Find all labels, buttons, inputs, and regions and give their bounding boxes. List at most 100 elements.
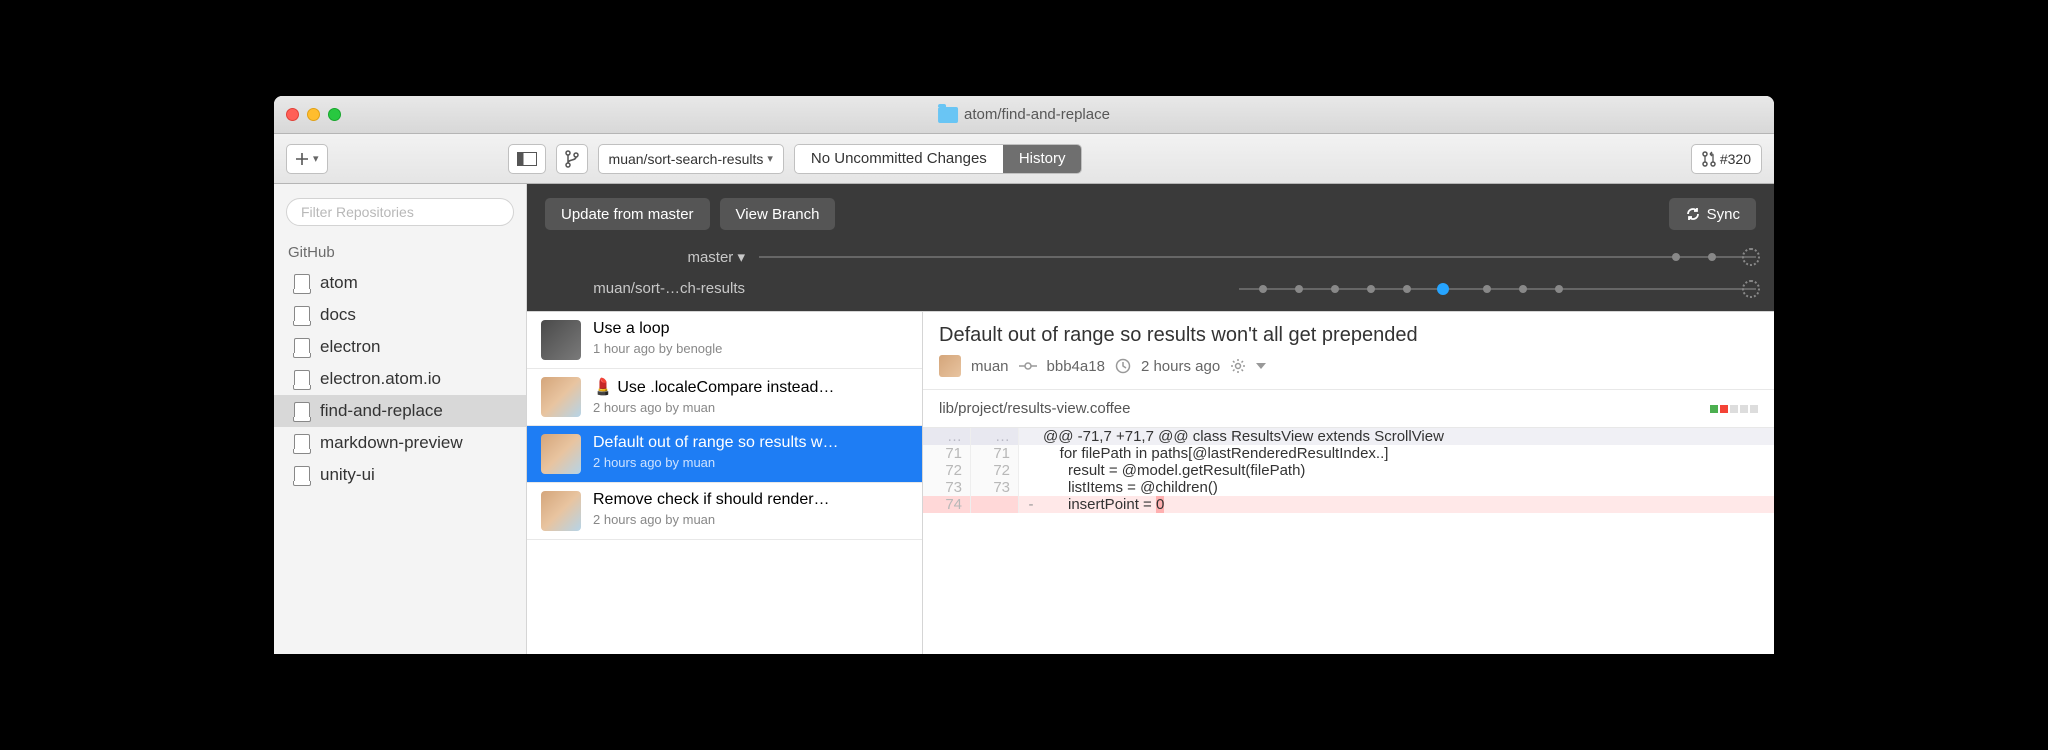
file-path: lib/project/results-view.coffee xyxy=(939,400,1130,417)
sidebar-item-electron[interactable]: electron xyxy=(274,331,526,363)
zoom-window-button[interactable] xyxy=(328,108,341,121)
view-branch-button[interactable]: View Branch xyxy=(720,198,836,230)
avatar xyxy=(541,377,581,417)
folder-icon xyxy=(938,107,958,123)
commit-title: Default out of range so results won't al… xyxy=(939,324,1758,347)
sync-button[interactable]: Sync xyxy=(1669,198,1756,230)
main: Update from master View Branch Sync mast… xyxy=(527,184,1774,654)
repo-icon xyxy=(294,370,310,388)
gear-icon[interactable] xyxy=(1230,358,1246,374)
commit-sha: bbb4a18 xyxy=(1047,358,1105,375)
repo-label: atom xyxy=(320,273,358,293)
repo-icon xyxy=(294,338,310,356)
commit-item[interactable]: Remove check if should render… 2 hours ag… xyxy=(527,483,922,540)
sidebar-item-atom[interactable]: atom xyxy=(274,267,526,299)
author-name: muan xyxy=(971,358,1009,375)
repo-label: unity-ui xyxy=(320,465,375,485)
avatar xyxy=(541,320,581,360)
toggle-sidebar-button[interactable] xyxy=(508,144,546,174)
repo-icon xyxy=(294,466,310,484)
commit-title: 💄 Use .localeCompare instead… xyxy=(593,377,908,397)
window-title-text: atom/find-and-replace xyxy=(964,106,1110,123)
repo-label: markdown-preview xyxy=(320,433,463,453)
diff-line: 7373 listItems = @children() xyxy=(923,479,1774,496)
filter-placeholder: Filter Repositories xyxy=(301,204,414,220)
diff-header: Default out of range so results won't al… xyxy=(923,312,1774,381)
repo-label: find-and-replace xyxy=(320,401,443,421)
avatar xyxy=(541,434,581,474)
commit-title: Default out of range so results w… xyxy=(593,434,908,452)
update-from-master-button[interactable]: Update from master xyxy=(545,198,710,230)
sync-icon xyxy=(1685,206,1701,222)
diff-stat xyxy=(1710,405,1758,413)
diff-code: ……@@ -71,7 +71,7 @@ class ResultsView ex… xyxy=(923,428,1774,513)
file-header[interactable]: lib/project/results-view.coffee xyxy=(923,389,1774,428)
commit-meta: 2 hours ago by muan xyxy=(593,512,908,527)
filter-repos-input[interactable]: Filter Repositories xyxy=(286,198,514,226)
sidebar-item-unity-ui[interactable]: unity-ui xyxy=(274,459,526,491)
repo-icon xyxy=(294,402,310,420)
window-title: atom/find-and-replace xyxy=(938,106,1110,123)
titlebar: atom/find-and-replace xyxy=(274,96,1774,134)
chevron-down-icon: ▾ xyxy=(313,152,319,165)
view-switcher: No Uncommitted Changes History xyxy=(794,144,1083,174)
branch-button[interactable] xyxy=(556,144,588,174)
close-window-button[interactable] xyxy=(286,108,299,121)
diff-line: 74- insertPoint = 0 xyxy=(923,496,1774,513)
sync-label: Sync xyxy=(1707,206,1740,223)
commit-item[interactable]: 💄 Use .localeCompare instead… 2 hours ago… xyxy=(527,369,922,426)
graph-branch-master[interactable]: master ▾ xyxy=(545,248,745,266)
avatar xyxy=(541,491,581,531)
minimize-window-button[interactable] xyxy=(307,108,320,121)
toolbar: ▾ muan/sort-search-results ▾ No Uncommit… xyxy=(274,134,1774,184)
commit-meta: muan bbb4a18 2 hours ago xyxy=(939,355,1758,377)
add-menu-button[interactable]: ▾ xyxy=(286,144,328,174)
traffic-lights xyxy=(286,108,341,121)
app-window: atom/find-and-replace ▾ muan/sort-search… xyxy=(274,96,1774,654)
branch-dropdown[interactable]: muan/sort-search-results ▾ xyxy=(598,144,784,174)
repo-label: electron xyxy=(320,337,380,357)
repo-icon xyxy=(294,306,310,324)
sidebar-item-docs[interactable]: docs xyxy=(274,299,526,331)
repo-label: electron.atom.io xyxy=(320,369,441,389)
tab-history[interactable]: History xyxy=(1003,145,1082,173)
author-avatar xyxy=(939,355,961,377)
body: Filter Repositories GitHub atom docs elect… xyxy=(274,184,1774,654)
commit-meta: 1 hour ago by benogle xyxy=(593,341,908,356)
repo-icon xyxy=(294,434,310,452)
branch-toolbar: Update from master View Branch Sync xyxy=(527,184,1774,240)
commit-meta: 2 hours ago by muan xyxy=(593,455,908,470)
diff-line: 7272 result = @model.getResult(filePath) xyxy=(923,462,1774,479)
pr-number: #320 xyxy=(1720,151,1751,167)
commit-time: 2 hours ago xyxy=(1141,358,1220,375)
chevron-down-icon: ▾ xyxy=(767,152,773,165)
sidebar-section-label: GitHub xyxy=(274,238,526,267)
diff-line: ……@@ -71,7 +71,7 @@ class ResultsView ex… xyxy=(923,428,1774,445)
commit-meta: 2 hours ago by muan xyxy=(593,400,908,415)
commit-icon xyxy=(1019,360,1037,372)
branch-graph: master ▾ muan/sort-…ch-results xyxy=(527,240,1774,311)
sidebar-item-electron.atom.io[interactable]: electron.atom.io xyxy=(274,363,526,395)
sidebar-item-find-and-replace[interactable]: find-and-replace xyxy=(274,395,526,427)
sidebar-item-markdown-preview[interactable]: markdown-preview xyxy=(274,427,526,459)
chevron-down-icon[interactable] xyxy=(1256,363,1266,369)
commit-title: Remove check if should render… xyxy=(593,491,908,509)
sidebar: Filter Repositories GitHub atom docs elect… xyxy=(274,184,527,654)
diff-panel: Default out of range so results won't al… xyxy=(923,312,1774,654)
commit-list: Use a loop 1 hour ago by benogle 💄 Use .lo… xyxy=(527,312,923,654)
clock-icon xyxy=(1115,358,1131,374)
tab-changes[interactable]: No Uncommitted Changes xyxy=(795,145,1003,173)
branch-name: muan/sort-search-results xyxy=(609,151,764,167)
graph-branch-feature[interactable]: muan/sort-…ch-results xyxy=(545,280,745,297)
pull-request-icon xyxy=(1702,151,1716,167)
commit-title: Use a loop xyxy=(593,320,908,338)
commit-item[interactable]: Default out of range so results w… 2 hour… xyxy=(527,426,922,483)
repo-icon xyxy=(294,274,310,292)
repo-label: docs xyxy=(320,305,356,325)
graph-line-master xyxy=(759,256,1756,258)
content-split: Use a loop 1 hour ago by benogle 💄 Use .lo… xyxy=(527,311,1774,654)
commit-item[interactable]: Use a loop 1 hour ago by benogle xyxy=(527,312,922,369)
diff-line: 7171 for filePath in paths[@lastRendered… xyxy=(923,445,1774,462)
pull-request-button[interactable]: #320 xyxy=(1691,144,1762,174)
graph-line-feature xyxy=(1239,288,1756,290)
